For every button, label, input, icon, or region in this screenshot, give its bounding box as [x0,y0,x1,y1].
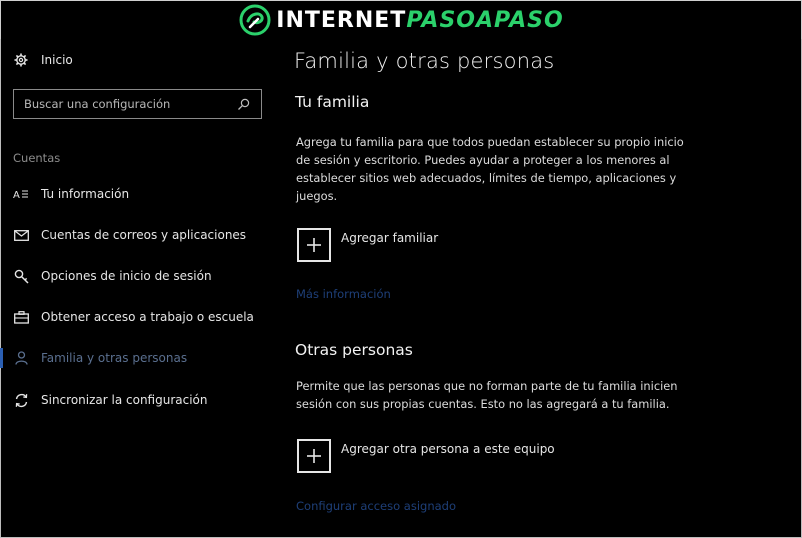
sidebar-item-family[interactable]: Familia y otras personas [0,344,275,372]
gear-icon [13,52,29,68]
watermark-text-green: PASOAPASO [406,7,564,33]
sidebar-item-label: Tu información [41,187,130,201]
family-heading: Tu familia [295,93,370,111]
active-indicator [0,348,3,368]
sidebar-item-label: Cuentas de correos y aplicaciones [41,228,247,242]
assigned-access-link[interactable]: Configurar acceso asignado [296,499,456,513]
watermark-text-white: INTERNET [276,7,407,33]
person-card-icon: A [13,186,29,202]
sidebar-section-label: Cuentas [13,151,61,165]
plus-icon [297,228,331,262]
sidebar-item-label: Obtener acceso a trabajo o escuela [41,310,254,324]
search-icon[interactable] [235,96,251,112]
others-heading: Otras personas [295,341,413,359]
add-family-member-button[interactable]: Agregar familiar [297,228,438,262]
briefcase-icon [13,309,29,325]
sidebar-item-work-school[interactable]: Obtener acceso a trabajo o escuela [0,303,275,331]
sidebar-item-email-accounts[interactable]: Cuentas de correos y aplicaciones [0,221,275,249]
more-info-link[interactable]: Más información [296,287,391,301]
key-icon [13,268,29,284]
add-other-person-button[interactable]: Agregar otra persona a este equipo [297,439,555,473]
page-title: Familia y otras personas [294,49,555,73]
watermark-text: INTERNETPASOAPASO [276,8,563,33]
mail-icon [13,227,29,243]
sidebar-home-label: Inicio [41,53,73,67]
search-box[interactable] [13,89,262,119]
add-family-member-label: Agregar familiar [341,231,439,245]
others-description: Permite que las personas que no forman p… [296,379,678,411]
watermark-logo-icon [239,4,271,36]
svg-text:A: A [13,190,20,200]
sidebar-item-label: Sincronizar la configuración [41,393,208,407]
watermark-banner: INTERNETPASOAPASO [0,0,802,39]
sync-icon [13,392,29,408]
sidebar-item-label: Opciones de inicio de sesión [41,269,212,283]
family-description: Agrega tu familia para que todos puedan … [296,135,684,203]
sidebar-item-your-info[interactable]: A Tu información [0,180,275,208]
sidebar-item-sync[interactable]: Sincronizar la configuración [0,386,275,414]
sidebar-item-label: Familia y otras personas [41,351,188,365]
sidebar-home[interactable]: Inicio [13,52,73,68]
add-other-person-label: Agregar otra persona a este equipo [341,442,555,456]
plus-icon [297,439,331,473]
search-input[interactable] [24,97,235,111]
person-icon [13,350,29,366]
sidebar-item-signin-options[interactable]: Opciones de inicio de sesión [0,262,275,290]
watermark-logo: INTERNETPASOAPASO [238,3,563,37]
